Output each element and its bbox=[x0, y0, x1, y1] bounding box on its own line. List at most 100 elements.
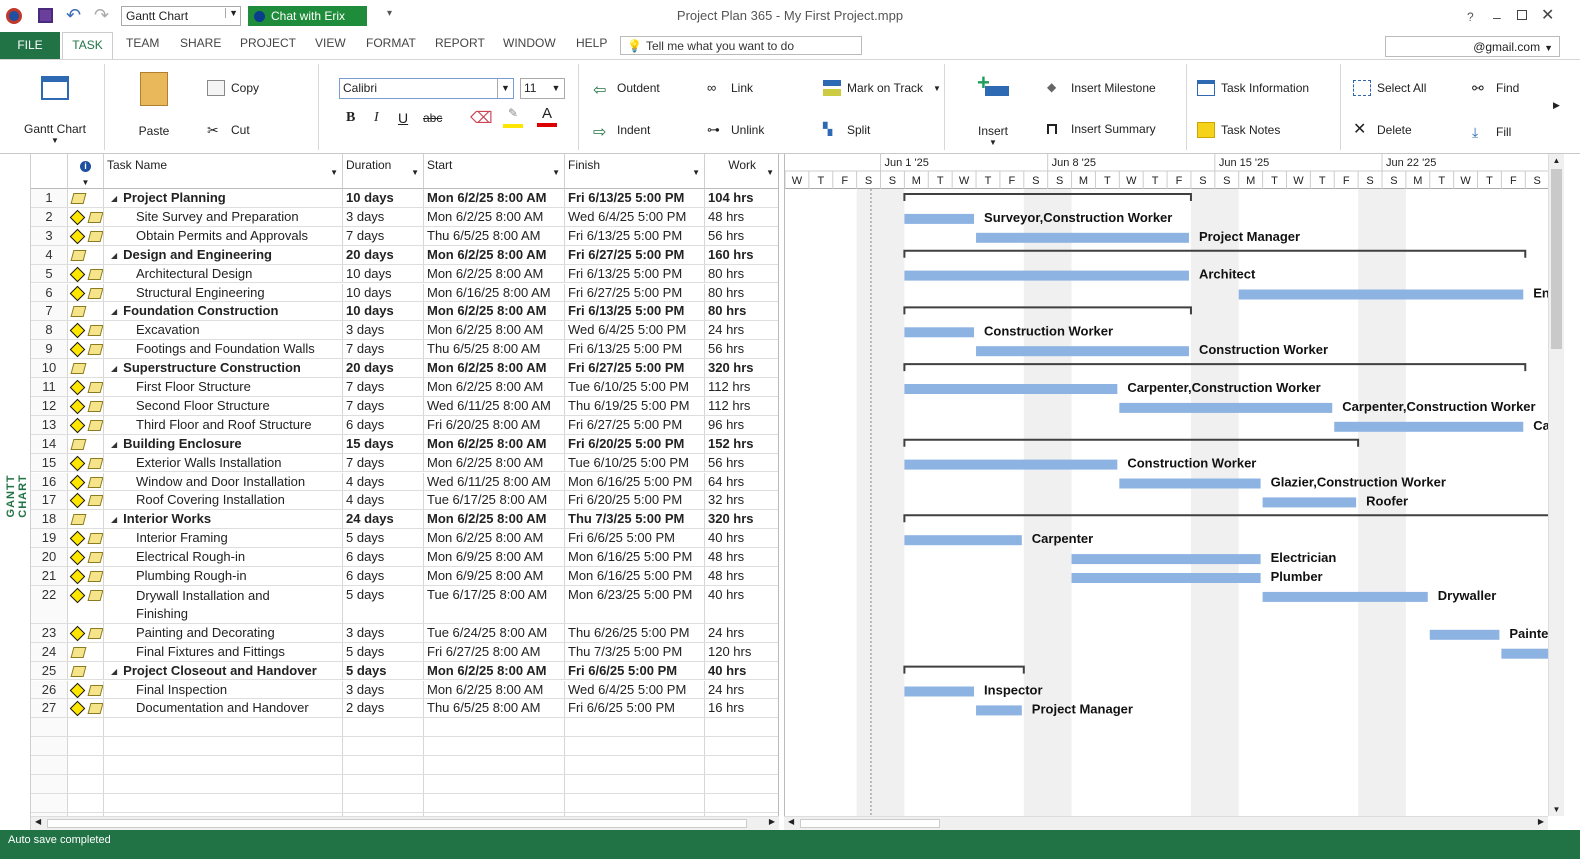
task-bar[interactable] bbox=[904, 459, 1118, 470]
ribbon-scroll-right-icon[interactable]: ▶ bbox=[1553, 100, 1560, 111]
task-notes-button[interactable]: Task Notes bbox=[1197, 122, 1280, 138]
start-cell[interactable]: Tue 6/17/25 8:00 AM bbox=[424, 585, 565, 623]
scroll-left-icon[interactable]: ◀ bbox=[788, 817, 794, 826]
start-cell[interactable]: Mon 6/9/25 8:00 AM bbox=[424, 548, 565, 566]
warning-icon[interactable] bbox=[69, 379, 86, 396]
empty-cell[interactable] bbox=[104, 718, 343, 737]
duration-cell[interactable]: 2 days bbox=[343, 699, 424, 718]
row-id[interactable]: 16 bbox=[31, 472, 68, 491]
empty-cell[interactable] bbox=[68, 718, 104, 737]
task-bar[interactable] bbox=[1238, 289, 1524, 300]
empty-cell[interactable] bbox=[424, 737, 565, 756]
note-icon[interactable] bbox=[70, 665, 87, 677]
task-name[interactable]: Electrical Rough-in bbox=[104, 548, 343, 566]
duration-cell[interactable]: 6 days bbox=[343, 567, 424, 585]
duration-cell[interactable]: 15 days bbox=[343, 434, 424, 453]
vertical-scrollbar[interactable]: ▲ ▼ bbox=[1548, 154, 1564, 816]
note-icon[interactable] bbox=[87, 627, 103, 639]
table-row[interactable]: 9 Footings and Foundation Walls 7 days Thu … bbox=[31, 340, 778, 360]
start-cell[interactable]: Mon 6/9/25 8:00 AM bbox=[424, 567, 565, 585]
table-row[interactable]: 15 Exterior Walls Installation 7 days Mon 6… bbox=[31, 453, 778, 473]
warning-icon[interactable] bbox=[69, 625, 86, 642]
start-cell[interactable]: Mon 6/2/25 8:00 AM bbox=[424, 359, 565, 377]
chart-horizontal-scrollbar[interactable]: ◀ ▶ bbox=[784, 816, 1548, 830]
warning-icon[interactable] bbox=[69, 341, 86, 358]
start-cell[interactable]: Tue 6/24/25 8:00 AM bbox=[424, 623, 565, 642]
note-icon[interactable] bbox=[87, 382, 103, 393]
duration-cell[interactable]: 7 days bbox=[343, 378, 424, 396]
table-row[interactable]: 22 Drywall Installation and Finishing 5 da… bbox=[31, 585, 778, 624]
note-icon[interactable] bbox=[70, 438, 87, 450]
task-name[interactable]: ◢ Interior Works bbox=[104, 510, 343, 529]
finish-cell[interactable]: Fri 6/6/25 5:00 PM bbox=[565, 529, 705, 548]
work-cell[interactable]: 112 hrs bbox=[705, 397, 778, 415]
note-icon[interactable] bbox=[70, 646, 87, 658]
empty-cell[interactable] bbox=[104, 793, 343, 812]
note-icon[interactable] bbox=[87, 495, 103, 507]
empty-cell[interactable] bbox=[424, 793, 565, 812]
scroll-up-icon[interactable]: ▲ bbox=[1549, 154, 1564, 165]
start-cell[interactable]: Mon 6/2/25 8:00 AM bbox=[424, 529, 565, 548]
empty-cell[interactable] bbox=[565, 756, 705, 774]
task-bar[interactable] bbox=[904, 270, 1189, 281]
table-row[interactable]: 5 Architectural Design 10 days Mon 6/2/25 8… bbox=[31, 264, 778, 284]
start-cell[interactable]: Wed 6/11/25 8:00 AM bbox=[424, 396, 565, 415]
empty-cell[interactable] bbox=[343, 775, 424, 793]
duration-header[interactable]: Duration ▼ bbox=[343, 154, 424, 189]
table-row[interactable]: 7 ◢ Foundation Construction 10 days Mon 6/2/… bbox=[31, 302, 778, 322]
finish-cell[interactable]: Thu 6/19/25 5:00 PM bbox=[565, 396, 705, 415]
start-cell[interactable]: Mon 6/2/25 8:00 AM bbox=[424, 207, 565, 226]
empty-row[interactable] bbox=[31, 737, 778, 757]
task-name-header[interactable]: Task Name ▼ bbox=[104, 154, 343, 189]
row-id[interactable]: 26 bbox=[31, 680, 68, 699]
font-size-select[interactable]: 11 ▼ bbox=[520, 78, 565, 99]
task-bar[interactable] bbox=[904, 384, 1118, 394]
finish-cell[interactable]: Fri 6/27/25 5:00 PM bbox=[565, 283, 705, 302]
note-icon[interactable] bbox=[87, 457, 103, 469]
task-bar[interactable] bbox=[1119, 478, 1261, 489]
task-name[interactable]: Footings and Foundation Walls bbox=[104, 340, 343, 359]
work-cell[interactable]: 24 hrs bbox=[705, 321, 778, 339]
note-icon[interactable] bbox=[87, 476, 103, 488]
empty-row[interactable] bbox=[31, 793, 778, 813]
task-name[interactable]: Documentation and Handover bbox=[104, 699, 343, 718]
duration-cell[interactable]: 10 days bbox=[343, 302, 424, 321]
fill-button[interactable]: ⤓ Fill bbox=[1472, 124, 1511, 140]
warning-icon[interactable] bbox=[69, 398, 86, 415]
work-cell[interactable]: 152 hrs bbox=[705, 435, 778, 453]
duration-cell[interactable]: 5 days bbox=[343, 661, 424, 680]
collapse-triangle-icon[interactable]: ◢ bbox=[111, 251, 117, 260]
note-icon[interactable] bbox=[87, 533, 103, 545]
empty-cell[interactable] bbox=[68, 793, 104, 812]
task-bar[interactable] bbox=[1501, 648, 1548, 659]
warning-icon[interactable] bbox=[69, 701, 86, 717]
table-horizontal-scrollbar[interactable]: ◀ ▶ bbox=[31, 816, 779, 830]
duration-cell[interactable]: 5 days bbox=[343, 529, 424, 548]
task-bar[interactable] bbox=[904, 213, 975, 224]
finish-header[interactable]: Finish ▼ bbox=[565, 154, 705, 189]
empty-cell[interactable] bbox=[565, 718, 705, 737]
link-button[interactable]: ∞ Link bbox=[707, 80, 753, 96]
empty-cell[interactable] bbox=[565, 775, 705, 793]
work-cell[interactable]: 56 hrs bbox=[705, 227, 778, 245]
warning-icon[interactable] bbox=[69, 474, 86, 490]
duration-cell[interactable]: 5 days bbox=[343, 585, 424, 623]
delete-button[interactable]: ✕ Delete bbox=[1353, 122, 1412, 138]
start-cell[interactable]: Mon 6/16/25 8:00 AM bbox=[424, 283, 565, 302]
row-id[interactable]: 8 bbox=[31, 321, 68, 340]
row-id[interactable]: 4 bbox=[31, 245, 68, 264]
table-row[interactable]: 20 Electrical Rough-in 6 days Mon 6/9/25 8:… bbox=[31, 548, 778, 567]
table-row[interactable]: 25 ◢ Project Closeout and Handover 5 days Mo… bbox=[31, 661, 778, 681]
note-icon[interactable] bbox=[87, 211, 103, 223]
collapse-triangle-icon[interactable]: ◢ bbox=[111, 440, 117, 449]
row-id[interactable]: 27 bbox=[31, 699, 68, 718]
finish-cell[interactable]: Tue 6/10/25 5:00 PM bbox=[565, 378, 705, 396]
work-cell[interactable]: 56 hrs bbox=[705, 340, 778, 358]
bold-button[interactable]: B bbox=[346, 110, 355, 126]
tell-me-input[interactable]: 💡 Tell me what you want to do bbox=[620, 36, 862, 55]
row-id[interactable]: 18 bbox=[31, 510, 68, 529]
task-bar[interactable] bbox=[976, 232, 1189, 243]
task-bar[interactable] bbox=[1262, 591, 1428, 602]
duration-cell[interactable]: 20 days bbox=[343, 359, 424, 377]
task-name[interactable]: Plumbing Rough-in bbox=[104, 567, 343, 585]
